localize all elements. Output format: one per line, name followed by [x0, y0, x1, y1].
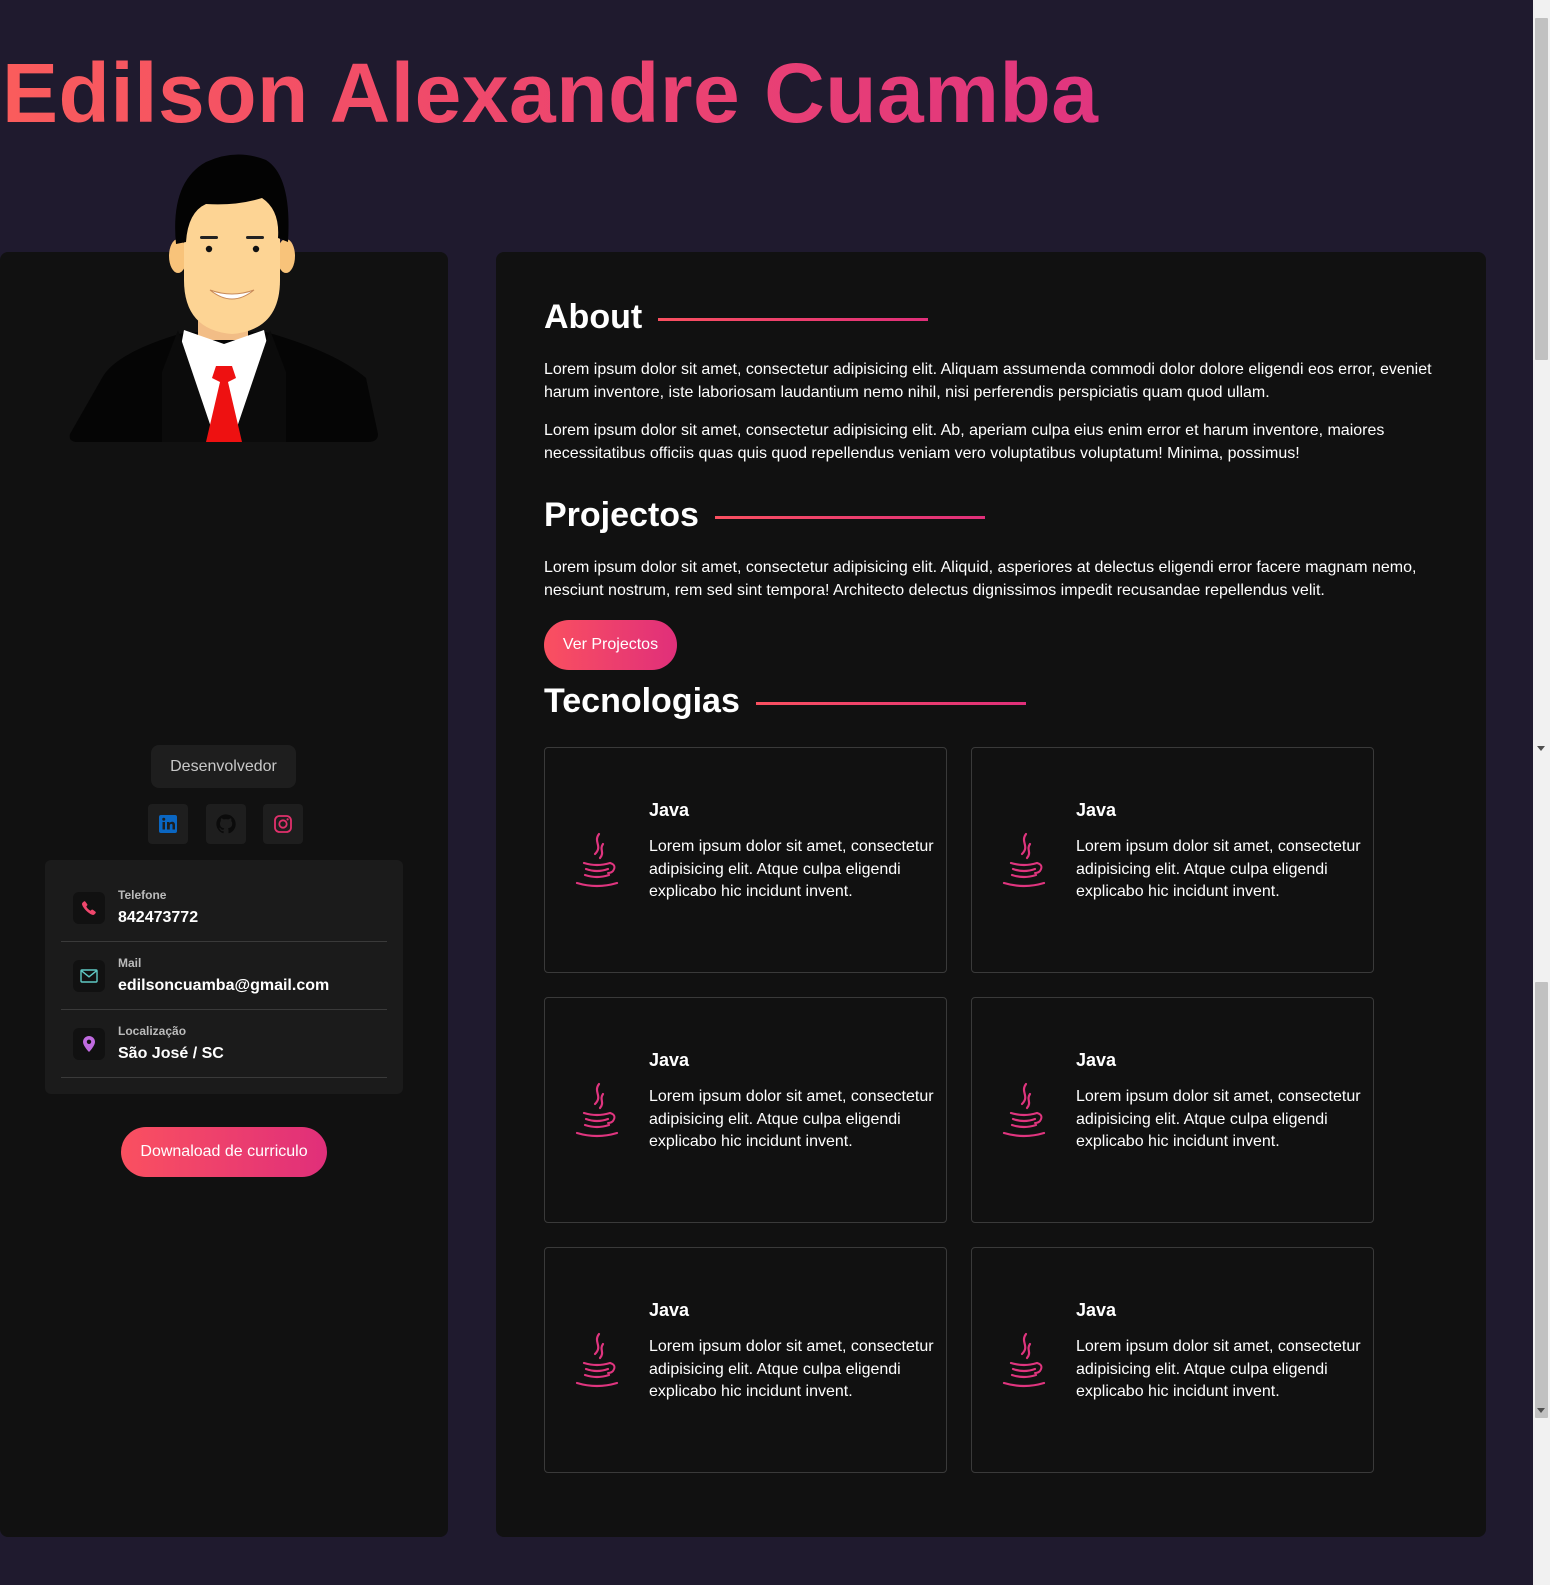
- technology-description: Lorem ipsum dolor sit amet, consectetur …: [649, 838, 934, 900]
- scrollbar-thumb[interactable]: [1535, 982, 1548, 1418]
- contact-label: Telefone: [118, 888, 167, 902]
- contact-value[interactable]: edilsoncuamba@gmail.com: [118, 977, 329, 995]
- scroll-down-arrow-icon[interactable]: [1537, 746, 1545, 751]
- contact-item-location: Localização São José / SC: [61, 1010, 387, 1078]
- technology-name: Java: [649, 1050, 690, 1070]
- linkedin-link[interactable]: [148, 804, 188, 844]
- instagram-link[interactable]: [263, 804, 303, 844]
- technology-card: Java Lorem ipsum dolor sit amet, consecte…: [544, 747, 947, 973]
- projects-title: Projectos: [544, 496, 699, 534]
- heading-underline: [714, 516, 985, 519]
- technologies-heading: Tecnologias: [544, 682, 1026, 721]
- technology-description: Lorem ipsum dolor sit amet, consectetur …: [649, 1338, 934, 1400]
- scrollbar-thumb[interactable]: [1535, 18, 1548, 360]
- download-cv-button[interactable]: Downaload de curriculo: [121, 1127, 327, 1177]
- contact-list: Telefone 842473772 Mail edilsoncuamba@gm…: [45, 860, 403, 1094]
- technology-card: Java Lorem ipsum dolor sit amet, consecte…: [971, 997, 1374, 1223]
- technology-card: Java Lorem ipsum dolor sit amet, consecte…: [544, 1247, 947, 1473]
- location-pin-icon: [73, 1027, 105, 1060]
- contact-item-phone: Telefone 842473772: [61, 860, 387, 942]
- view-projects-button[interactable]: Ver Projectos: [544, 620, 677, 670]
- technology-description: Lorem ipsum dolor sit amet, consectetur …: [1076, 1088, 1361, 1150]
- projects-paragraph: Lorem ipsum dolor sit amet, consectetur …: [544, 559, 1417, 599]
- technology-name: Java: [649, 800, 690, 820]
- contact-label: Localização: [118, 1024, 187, 1038]
- technology-name: Java: [1076, 1300, 1117, 1320]
- page-title: Edilson Alexandre Cuamba: [2, 46, 1099, 140]
- technology-description: Lorem ipsum dolor sit amet, consectetur …: [649, 1088, 934, 1150]
- linkedin-icon: [159, 815, 177, 833]
- instagram-icon: [274, 815, 292, 833]
- technologies-title: Tecnologias: [544, 682, 740, 720]
- about-paragraph-2: Lorem ipsum dolor sit amet, consectetur …: [544, 422, 1385, 462]
- about-heading: About: [544, 298, 929, 337]
- github-link[interactable]: [206, 804, 246, 844]
- technology-name: Java: [649, 1300, 690, 1320]
- heading-underline: [755, 702, 1026, 705]
- projects-heading: Projectos: [544, 496, 985, 535]
- technology-card: Java Lorem ipsum dolor sit amet, consecte…: [971, 1247, 1374, 1473]
- technology-card: Java Lorem ipsum dolor sit amet, consecte…: [971, 747, 1374, 973]
- java-icon: [575, 832, 619, 888]
- technology-description: Lorem ipsum dolor sit amet, consectetur …: [1076, 1338, 1361, 1400]
- mail-icon: [73, 959, 105, 992]
- avatar: [69, 154, 379, 442]
- contact-item-mail: Mail edilsoncuamba@gmail.com: [61, 942, 387, 1010]
- technology-description: Lorem ipsum dolor sit amet, consectetur …: [1076, 838, 1361, 900]
- about-paragraph-1: Lorem ipsum dolor sit amet, consectetur …: [544, 361, 1432, 401]
- github-icon: [216, 814, 236, 834]
- technology-name: Java: [1076, 1050, 1117, 1070]
- java-icon: [1002, 1082, 1046, 1138]
- contact-value: São José / SC: [118, 1045, 224, 1062]
- main-content: About Lorem ipsum dolor sit amet, consec…: [496, 252, 1486, 1537]
- technology-name: Java: [1076, 800, 1117, 820]
- contact-label: Mail: [118, 956, 142, 970]
- scroll-down-arrow-icon[interactable]: [1537, 1408, 1545, 1413]
- technology-card: Java Lorem ipsum dolor sit amet, consecte…: [544, 997, 947, 1223]
- java-icon: [1002, 1332, 1046, 1388]
- role-badge: Desenvolvedor: [151, 745, 296, 788]
- about-title: About: [544, 298, 643, 336]
- phone-icon: [73, 891, 105, 924]
- vertical-scrollbar[interactable]: [1533, 0, 1550, 1585]
- contact-value: 842473772: [118, 909, 199, 926]
- java-icon: [575, 1082, 619, 1138]
- heading-underline: [658, 318, 929, 321]
- java-icon: [1002, 832, 1046, 888]
- java-icon: [575, 1332, 619, 1388]
